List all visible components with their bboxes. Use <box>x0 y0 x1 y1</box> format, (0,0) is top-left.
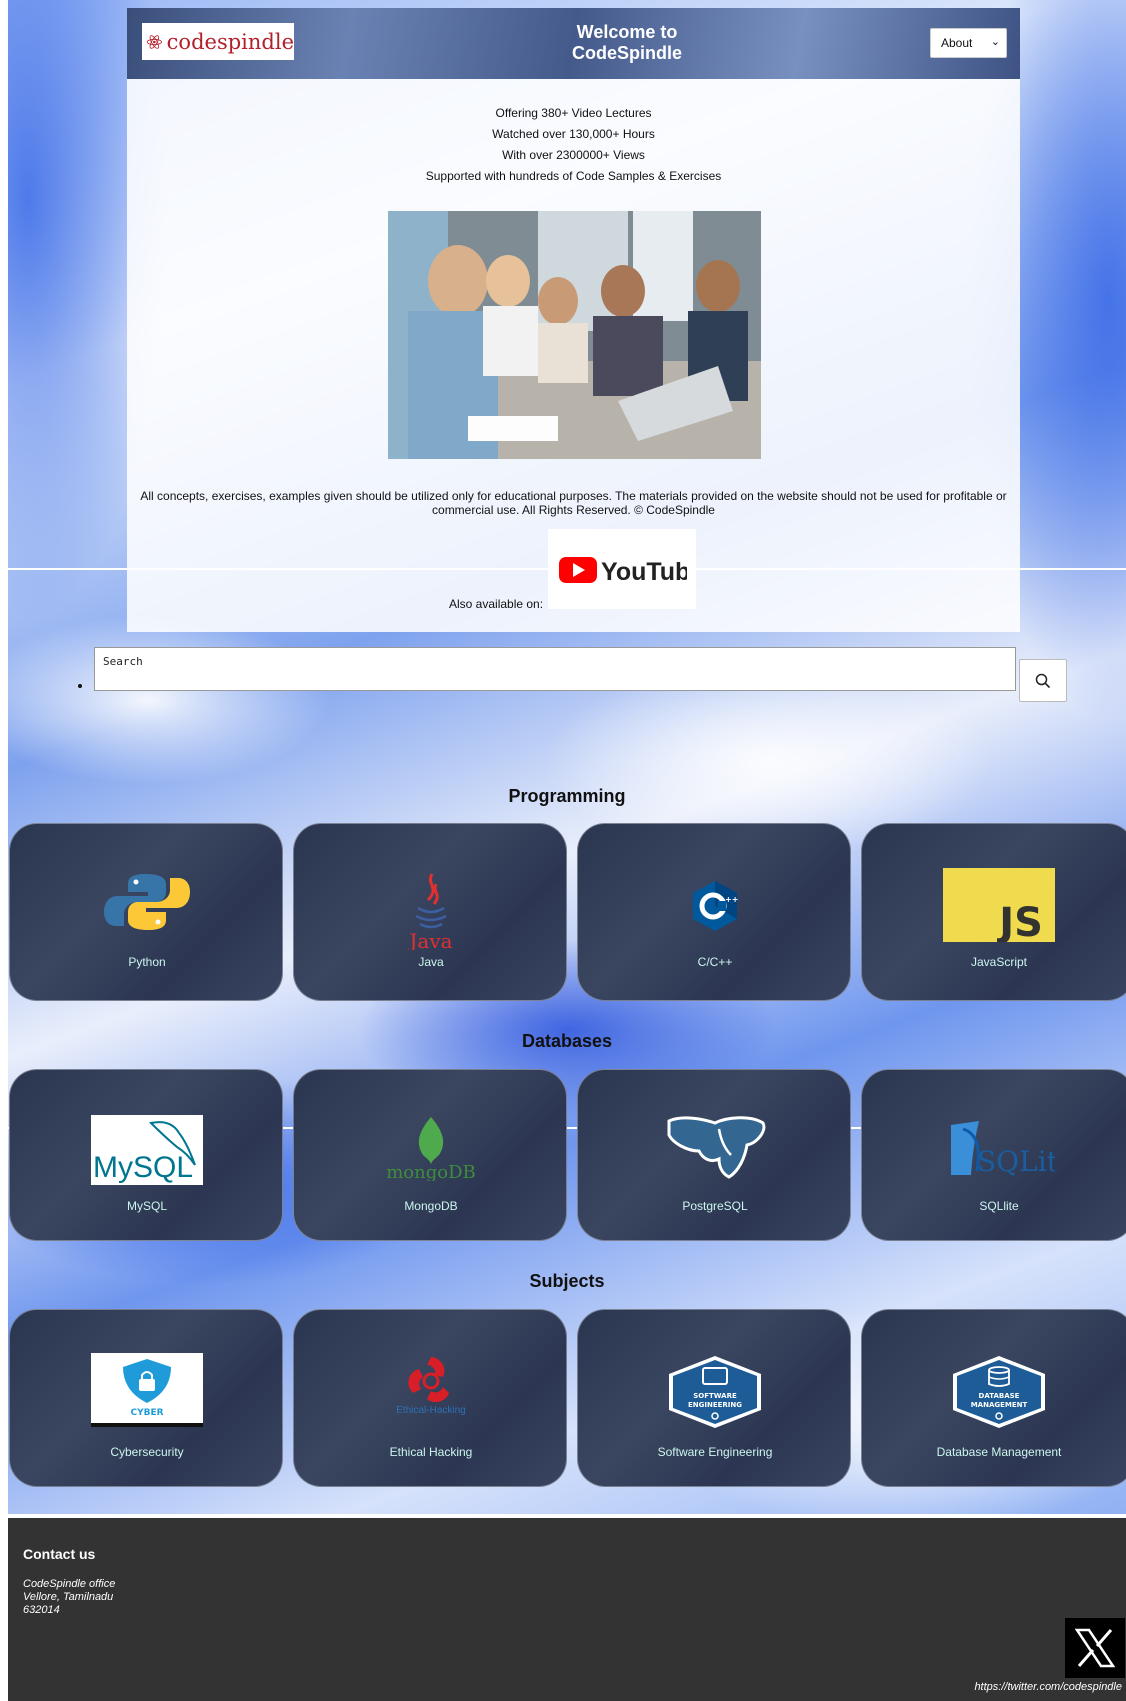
section-title-subjects: Subjects <box>529 1271 605 1291</box>
course-tile-software-engineering[interactable]: SOFTWARE ENGINEERING Software Engineerin… <box>577 1309 851 1487</box>
course-tile-postgresql[interactable]: PostgreSQL <box>577 1069 851 1241</box>
svg-text:JS: JS <box>996 900 1043 942</box>
page-title: Welcome to CodeSpindle <box>571 22 682 63</box>
svg-text:SQLite: SQLite <box>977 1145 1055 1178</box>
chevron-down-icon: ⌄ <box>990 36 1000 48</box>
course-label: Python <box>128 955 166 969</box>
svg-text:MANAGEMENT: MANAGEMENT <box>971 1401 1028 1409</box>
cybersecurity-shield-icon: CYBER <box>91 1353 203 1427</box>
footer: Contact us CodeSpindle office Vellore, T… <box>8 1518 1126 1701</box>
search-input[interactable]: Search <box>94 647 1016 691</box>
section-title-programming: Programming <box>508 786 626 806</box>
course-tile-javascript[interactable]: JS JavaScript <box>861 823 1126 1001</box>
course-tile-mysql[interactable]: MySQL MySQL <box>9 1069 283 1241</box>
course-tile-python[interactable]: Python <box>9 823 283 1001</box>
svg-text:YouTube: YouTube <box>601 558 687 586</box>
also-available-label: Also available on: <box>449 597 544 611</box>
svg-text:MySQL: MySQL <box>93 1151 193 1184</box>
course-label: C/C++ <box>697 955 733 969</box>
course-label: Database Management <box>936 1445 1062 1459</box>
course-tile-ethical-hacking[interactable]: Ethical-Hacking Ethical Hacking <box>293 1309 567 1487</box>
course-label: Cybersecurity <box>110 1445 184 1459</box>
course-tile-cybersecurity[interactable]: CYBER Cybersecurity <box>9 1309 283 1487</box>
course-label: Ethical Hacking <box>389 1445 473 1459</box>
intro-card: codespindle Welcome to CodeSpindle About… <box>127 8 1020 632</box>
course-label: PostgreSQL <box>682 1199 748 1213</box>
svg-text:++: ++ <box>725 895 738 904</box>
course-label: MongoDB <box>404 1199 458 1213</box>
java-icon: Java <box>407 873 453 950</box>
course-label: SQLlite <box>979 1199 1019 1213</box>
disclaimer-text: All concepts, exercises, examples given … <box>140 489 1007 517</box>
mysql-icon: MySQL <box>91 1115 203 1185</box>
mongodb-icon: mongoDB <box>386 1117 476 1181</box>
atom-icon <box>146 34 162 49</box>
stats-list: Offering 380+ Video Lectures Watched ove… <box>127 103 1020 187</box>
svg-text:mongoDB: mongoDB <box>386 1162 476 1181</box>
course-tile-database-management[interactable]: DATABASE MANAGEMENT Database Management <box>861 1309 1126 1487</box>
course-label: Software Engineering <box>657 1445 773 1459</box>
cpp-icon: ++ <box>693 881 738 931</box>
section-title-databases: Databases <box>521 1031 613 1051</box>
python-icon <box>104 874 190 930</box>
course-tile-cpp[interactable]: ++ C/C++ <box>577 823 851 1001</box>
software-engineering-badge-icon: SOFTWARE ENGINEERING <box>669 1356 761 1428</box>
svg-text:DATABASE: DATABASE <box>979 1392 1020 1400</box>
twitter-link[interactable]: https://twitter.com/codespindle <box>974 1681 1122 1693</box>
svg-text:Java: Java <box>407 929 452 950</box>
database-management-badge-icon: DATABASE MANAGEMENT <box>953 1356 1045 1428</box>
section-divider <box>8 1514 1126 1516</box>
stat-line: Watched over 130,000+ Hours <box>492 127 655 141</box>
about-dropdown[interactable]: About ⌄ <box>930 28 1007 58</box>
svg-text:ENGINEERING: ENGINEERING <box>688 1401 742 1409</box>
course-label: JavaScript <box>970 955 1028 969</box>
office-address: CodeSpindle office Vellore, Tamilnadu 63… <box>23 1578 116 1616</box>
svg-text:CYBER: CYBER <box>130 1408 163 1418</box>
stat-line: With over 2300000+ Views <box>502 148 645 162</box>
students-photo <box>388 211 761 459</box>
header-bar: codespindle Welcome to CodeSpindle About… <box>127 8 1020 79</box>
stat-line: Offering 380+ Video Lectures <box>495 106 652 120</box>
search-icon <box>1035 673 1051 688</box>
course-tile-java[interactable]: Java Java <box>293 823 567 1001</box>
svg-text:Ethical-Hacking: Ethical-Hacking <box>396 1405 465 1416</box>
x-twitter-icon[interactable] <box>1065 1618 1125 1678</box>
course-tile-mongodb[interactable]: mongoDB MongoDB <box>293 1069 567 1241</box>
sqlite-icon: SQLite <box>951 1121 1055 1178</box>
contact-heading: Contact us <box>23 1546 96 1562</box>
course-label: MySQL <box>126 1199 167 1213</box>
list-bullet <box>78 684 82 688</box>
biohazard-icon: Ethical-Hacking <box>396 1357 466 1416</box>
search-button[interactable] <box>1019 659 1067 702</box>
youtube-logo-icon: YouTube <box>559 557 687 586</box>
svg-text:SOFTWARE: SOFTWARE <box>693 1392 737 1400</box>
postgresql-elephant-icon <box>667 1116 766 1179</box>
course-label: Java <box>418 955 444 969</box>
javascript-icon: JS <box>943 868 1055 942</box>
youtube-link[interactable]: YouTube <box>548 529 696 609</box>
stat-line: Supported with hundreds of Code Samples … <box>425 169 722 183</box>
site-logo[interactable]: codespindle <box>142 23 294 60</box>
course-tile-sqlite[interactable]: SQLite SQLlite <box>861 1069 1126 1241</box>
logo-text: codespindle <box>166 29 294 54</box>
